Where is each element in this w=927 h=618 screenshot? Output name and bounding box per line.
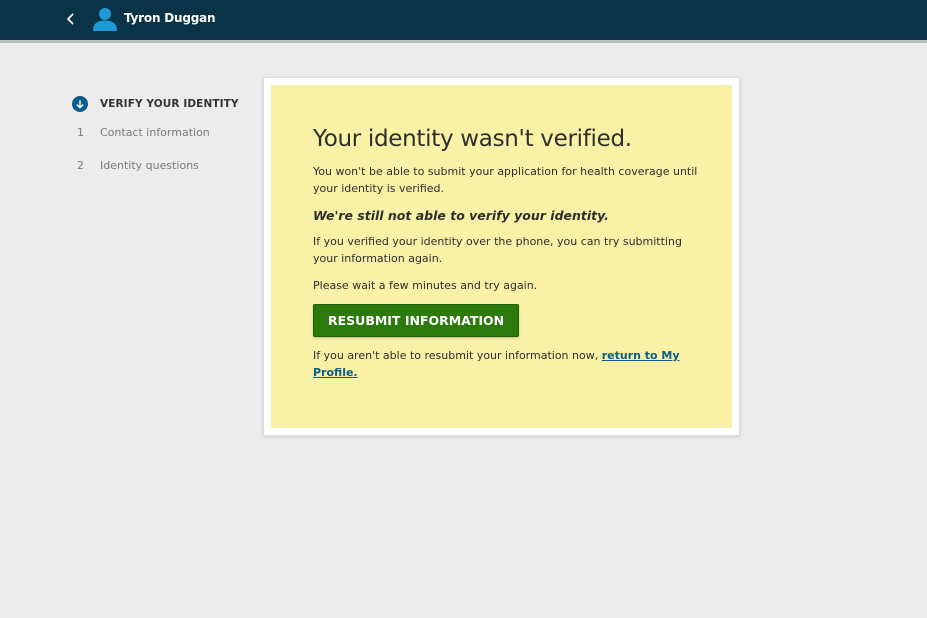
warning-alert: Your identity wasn't verified. You won't… [271,85,732,428]
step-number: 2 [77,159,84,172]
alert-title: Your identity wasn't verified. [313,126,632,152]
step-identity-questions: 2 Identity questions [72,159,199,172]
identity-card: Your identity wasn't verified. You won't… [263,77,740,436]
wait-note: Please wait a few minutes and try again. [313,279,538,292]
user-name[interactable]: Tyron Duggan [124,11,216,25]
alert-emphasis: We're still not able to verify your iden… [313,208,609,223]
footer-prefix: If you aren't able to resubmit your info… [313,349,602,362]
resubmit-information-button[interactable]: RESUBMIT INFORMATION [313,304,520,337]
arrow-down-circle-icon [72,96,88,112]
alert-message: You won't be able to submit your applica… [313,165,698,195]
step-current: VERIFY YOUR IDENTITY [72,96,239,112]
phone-note: If you verified your identity over the p… [313,235,682,265]
step-label: Identity questions [100,159,199,172]
user-icon [92,6,118,32]
chevron-left-icon[interactable] [63,10,77,28]
top-header: Tyron Duggan [0,0,927,43]
step-current-label: VERIFY YOUR IDENTITY [100,98,239,110]
step-label: Contact information [100,126,210,139]
step-number: 1 [77,126,84,139]
step-contact-information: 1 Contact information [72,126,210,139]
alert-content: Your identity wasn't verified. You won't… [313,124,698,381]
footer-note: If you aren't able to resubmit your info… [313,347,698,381]
